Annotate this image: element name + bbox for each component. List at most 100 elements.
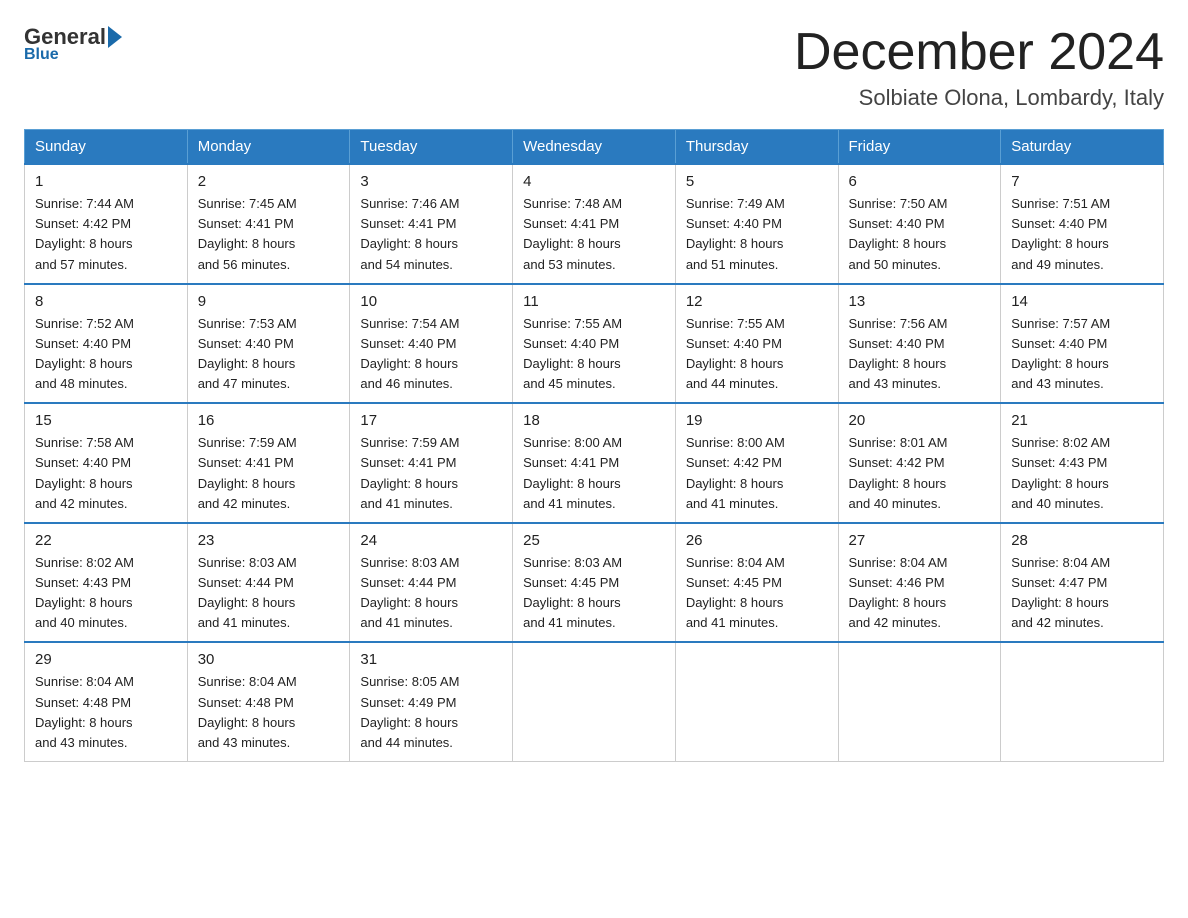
day-number: 17 bbox=[360, 412, 502, 429]
day-number: 27 bbox=[849, 532, 991, 549]
day-info: Sunrise: 8:05 AMSunset: 4:49 PMDaylight:… bbox=[360, 672, 502, 753]
day-cell-11: 11 Sunrise: 7:55 AMSunset: 4:40 PMDayligh… bbox=[513, 284, 676, 404]
week-row-2: 8 Sunrise: 7:52 AMSunset: 4:40 PMDaylight… bbox=[25, 284, 1164, 404]
day-cell-3: 3Sunrise: 7:46 AMSunset: 4:41 PMDaylight… bbox=[350, 164, 513, 284]
day-number: 31 bbox=[360, 651, 502, 668]
empty-cell bbox=[513, 642, 676, 761]
day-number: 10 bbox=[360, 293, 502, 310]
logo: General Blue bbox=[24, 24, 122, 64]
day-info: Sunrise: 7:56 AMSunset: 4:40 PMDaylight:… bbox=[849, 314, 991, 395]
day-number: 23 bbox=[198, 532, 340, 549]
day-number: 28 bbox=[1011, 532, 1153, 549]
day-cell-24: 24 Sunrise: 8:03 AMSunset: 4:44 PMDayligh… bbox=[350, 523, 513, 643]
day-info: Sunrise: 7:50 AMSunset: 4:40 PMDaylight:… bbox=[849, 194, 991, 275]
day-info: Sunrise: 7:46 AMSunset: 4:41 PMDaylight:… bbox=[360, 194, 502, 275]
day-cell-30: 30Sunrise: 8:04 AMSunset: 4:48 PMDayligh… bbox=[187, 642, 350, 761]
day-cell-15: 15 Sunrise: 7:58 AMSunset: 4:40 PMDayligh… bbox=[25, 403, 188, 523]
day-info: Sunrise: 7:59 AMSunset: 4:41 PMDaylight:… bbox=[360, 433, 502, 514]
day-cell-22: 22 Sunrise: 8:02 AMSunset: 4:43 PMDayligh… bbox=[25, 523, 188, 643]
col-header-sunday: Sunday bbox=[25, 130, 188, 165]
day-info: Sunrise: 8:00 AMSunset: 4:42 PMDaylight:… bbox=[686, 433, 828, 514]
day-cell-21: 21 Sunrise: 8:02 AMSunset: 4:43 PMDayligh… bbox=[1001, 403, 1164, 523]
day-number: 6 bbox=[849, 173, 991, 190]
day-info: Sunrise: 7:59 AMSunset: 4:41 PMDaylight:… bbox=[198, 433, 340, 514]
day-info: Sunrise: 7:51 AMSunset: 4:40 PMDaylight:… bbox=[1011, 194, 1153, 275]
day-cell-20: 20 Sunrise: 8:01 AMSunset: 4:42 PMDayligh… bbox=[838, 403, 1001, 523]
week-row-1: 1 Sunrise: 7:44 AMSunset: 4:42 PMDaylight… bbox=[25, 164, 1164, 284]
day-number: 1 bbox=[35, 173, 177, 190]
logo-blue-text: Blue bbox=[24, 46, 59, 64]
day-number: 16 bbox=[198, 412, 340, 429]
empty-cell bbox=[838, 642, 1001, 761]
day-number: 14 bbox=[1011, 293, 1153, 310]
day-info: Sunrise: 7:45 AMSunset: 4:41 PMDaylight:… bbox=[198, 194, 340, 275]
page-header: General Blue December 2024 Solbiate Olon… bbox=[24, 24, 1164, 111]
day-info: Sunrise: 7:49 AMSunset: 4:40 PMDaylight:… bbox=[686, 194, 828, 275]
day-number: 26 bbox=[686, 532, 828, 549]
col-header-thursday: Thursday bbox=[675, 130, 838, 165]
day-cell-9: 9Sunrise: 7:53 AMSunset: 4:40 PMDaylight… bbox=[187, 284, 350, 404]
day-info: Sunrise: 7:52 AMSunset: 4:40 PMDaylight:… bbox=[35, 314, 177, 395]
day-info: Sunrise: 7:55 AMSunset: 4:40 PMDaylight:… bbox=[686, 314, 828, 395]
calendar-header-row: SundayMondayTuesdayWednesdayThursdayFrid… bbox=[25, 130, 1164, 165]
day-number: 24 bbox=[360, 532, 502, 549]
day-number: 8 bbox=[35, 293, 177, 310]
day-info: Sunrise: 7:55 AMSunset: 4:40 PMDaylight:… bbox=[523, 314, 665, 395]
day-number: 7 bbox=[1011, 173, 1153, 190]
day-info: Sunrise: 7:44 AMSunset: 4:42 PMDaylight:… bbox=[35, 194, 177, 275]
day-cell-23: 23 Sunrise: 8:03 AMSunset: 4:44 PMDayligh… bbox=[187, 523, 350, 643]
col-header-saturday: Saturday bbox=[1001, 130, 1164, 165]
day-info: Sunrise: 8:02 AMSunset: 4:43 PMDaylight:… bbox=[35, 553, 177, 634]
day-cell-18: 18Sunrise: 8:00 AMSunset: 4:41 PMDayligh… bbox=[513, 403, 676, 523]
day-cell-26: 26 Sunrise: 8:04 AMSunset: 4:45 PMDayligh… bbox=[675, 523, 838, 643]
day-number: 12 bbox=[686, 293, 828, 310]
day-number: 29 bbox=[35, 651, 177, 668]
day-number: 21 bbox=[1011, 412, 1153, 429]
col-header-tuesday: Tuesday bbox=[350, 130, 513, 165]
day-number: 25 bbox=[523, 532, 665, 549]
empty-cell bbox=[1001, 642, 1164, 761]
day-cell-25: 25 Sunrise: 8:03 AMSunset: 4:45 PMDayligh… bbox=[513, 523, 676, 643]
day-info: Sunrise: 8:04 AMSunset: 4:45 PMDaylight:… bbox=[686, 553, 828, 634]
day-cell-13: 13 Sunrise: 7:56 AMSunset: 4:40 PMDayligh… bbox=[838, 284, 1001, 404]
day-info: Sunrise: 7:53 AMSunset: 4:40 PMDaylight:… bbox=[198, 314, 340, 395]
day-number: 18 bbox=[523, 412, 665, 429]
day-cell-8: 8 Sunrise: 7:52 AMSunset: 4:40 PMDaylight… bbox=[25, 284, 188, 404]
day-number: 15 bbox=[35, 412, 177, 429]
day-cell-28: 28Sunrise: 8:04 AMSunset: 4:47 PMDayligh… bbox=[1001, 523, 1164, 643]
day-cell-5: 5 Sunrise: 7:49 AMSunset: 4:40 PMDaylight… bbox=[675, 164, 838, 284]
week-row-4: 22 Sunrise: 8:02 AMSunset: 4:43 PMDayligh… bbox=[25, 523, 1164, 643]
day-info: Sunrise: 7:48 AMSunset: 4:41 PMDaylight:… bbox=[523, 194, 665, 275]
day-info: Sunrise: 8:03 AMSunset: 4:45 PMDaylight:… bbox=[523, 553, 665, 634]
month-title: December 2024 bbox=[794, 24, 1164, 81]
day-cell-7: 7 Sunrise: 7:51 AMSunset: 4:40 PMDaylight… bbox=[1001, 164, 1164, 284]
day-cell-29: 29Sunrise: 8:04 AMSunset: 4:48 PMDayligh… bbox=[25, 642, 188, 761]
day-number: 22 bbox=[35, 532, 177, 549]
day-number: 13 bbox=[849, 293, 991, 310]
day-cell-10: 10 Sunrise: 7:54 AMSunset: 4:40 PMDayligh… bbox=[350, 284, 513, 404]
day-info: Sunrise: 8:02 AMSunset: 4:43 PMDaylight:… bbox=[1011, 433, 1153, 514]
day-number: 5 bbox=[686, 173, 828, 190]
location-title: Solbiate Olona, Lombardy, Italy bbox=[794, 85, 1164, 111]
day-cell-14: 14 Sunrise: 7:57 AMSunset: 4:40 PMDayligh… bbox=[1001, 284, 1164, 404]
day-info: Sunrise: 8:03 AMSunset: 4:44 PMDaylight:… bbox=[360, 553, 502, 634]
day-info: Sunrise: 7:58 AMSunset: 4:40 PMDaylight:… bbox=[35, 433, 177, 514]
calendar-table: SundayMondayTuesdayWednesdayThursdayFrid… bbox=[24, 129, 1164, 762]
day-number: 11 bbox=[523, 293, 665, 310]
day-number: 20 bbox=[849, 412, 991, 429]
day-info: Sunrise: 8:01 AMSunset: 4:42 PMDaylight:… bbox=[849, 433, 991, 514]
day-info: Sunrise: 8:03 AMSunset: 4:44 PMDaylight:… bbox=[198, 553, 340, 634]
day-cell-27: 27 Sunrise: 8:04 AMSunset: 4:46 PMDayligh… bbox=[838, 523, 1001, 643]
day-info: Sunrise: 7:57 AMSunset: 4:40 PMDaylight:… bbox=[1011, 314, 1153, 395]
col-header-monday: Monday bbox=[187, 130, 350, 165]
day-cell-6: 6 Sunrise: 7:50 AMSunset: 4:40 PMDaylight… bbox=[838, 164, 1001, 284]
day-cell-12: 12 Sunrise: 7:55 AMSunset: 4:40 PMDayligh… bbox=[675, 284, 838, 404]
logo-arrow-icon bbox=[108, 26, 122, 48]
week-row-3: 15 Sunrise: 7:58 AMSunset: 4:40 PMDayligh… bbox=[25, 403, 1164, 523]
day-cell-4: 4Sunrise: 7:48 AMSunset: 4:41 PMDaylight… bbox=[513, 164, 676, 284]
day-info: Sunrise: 7:54 AMSunset: 4:40 PMDaylight:… bbox=[360, 314, 502, 395]
day-info: Sunrise: 8:04 AMSunset: 4:48 PMDaylight:… bbox=[198, 672, 340, 753]
day-cell-31: 31 Sunrise: 8:05 AMSunset: 4:49 PMDayligh… bbox=[350, 642, 513, 761]
day-info: Sunrise: 8:04 AMSunset: 4:46 PMDaylight:… bbox=[849, 553, 991, 634]
day-cell-16: 16 Sunrise: 7:59 AMSunset: 4:41 PMDayligh… bbox=[187, 403, 350, 523]
